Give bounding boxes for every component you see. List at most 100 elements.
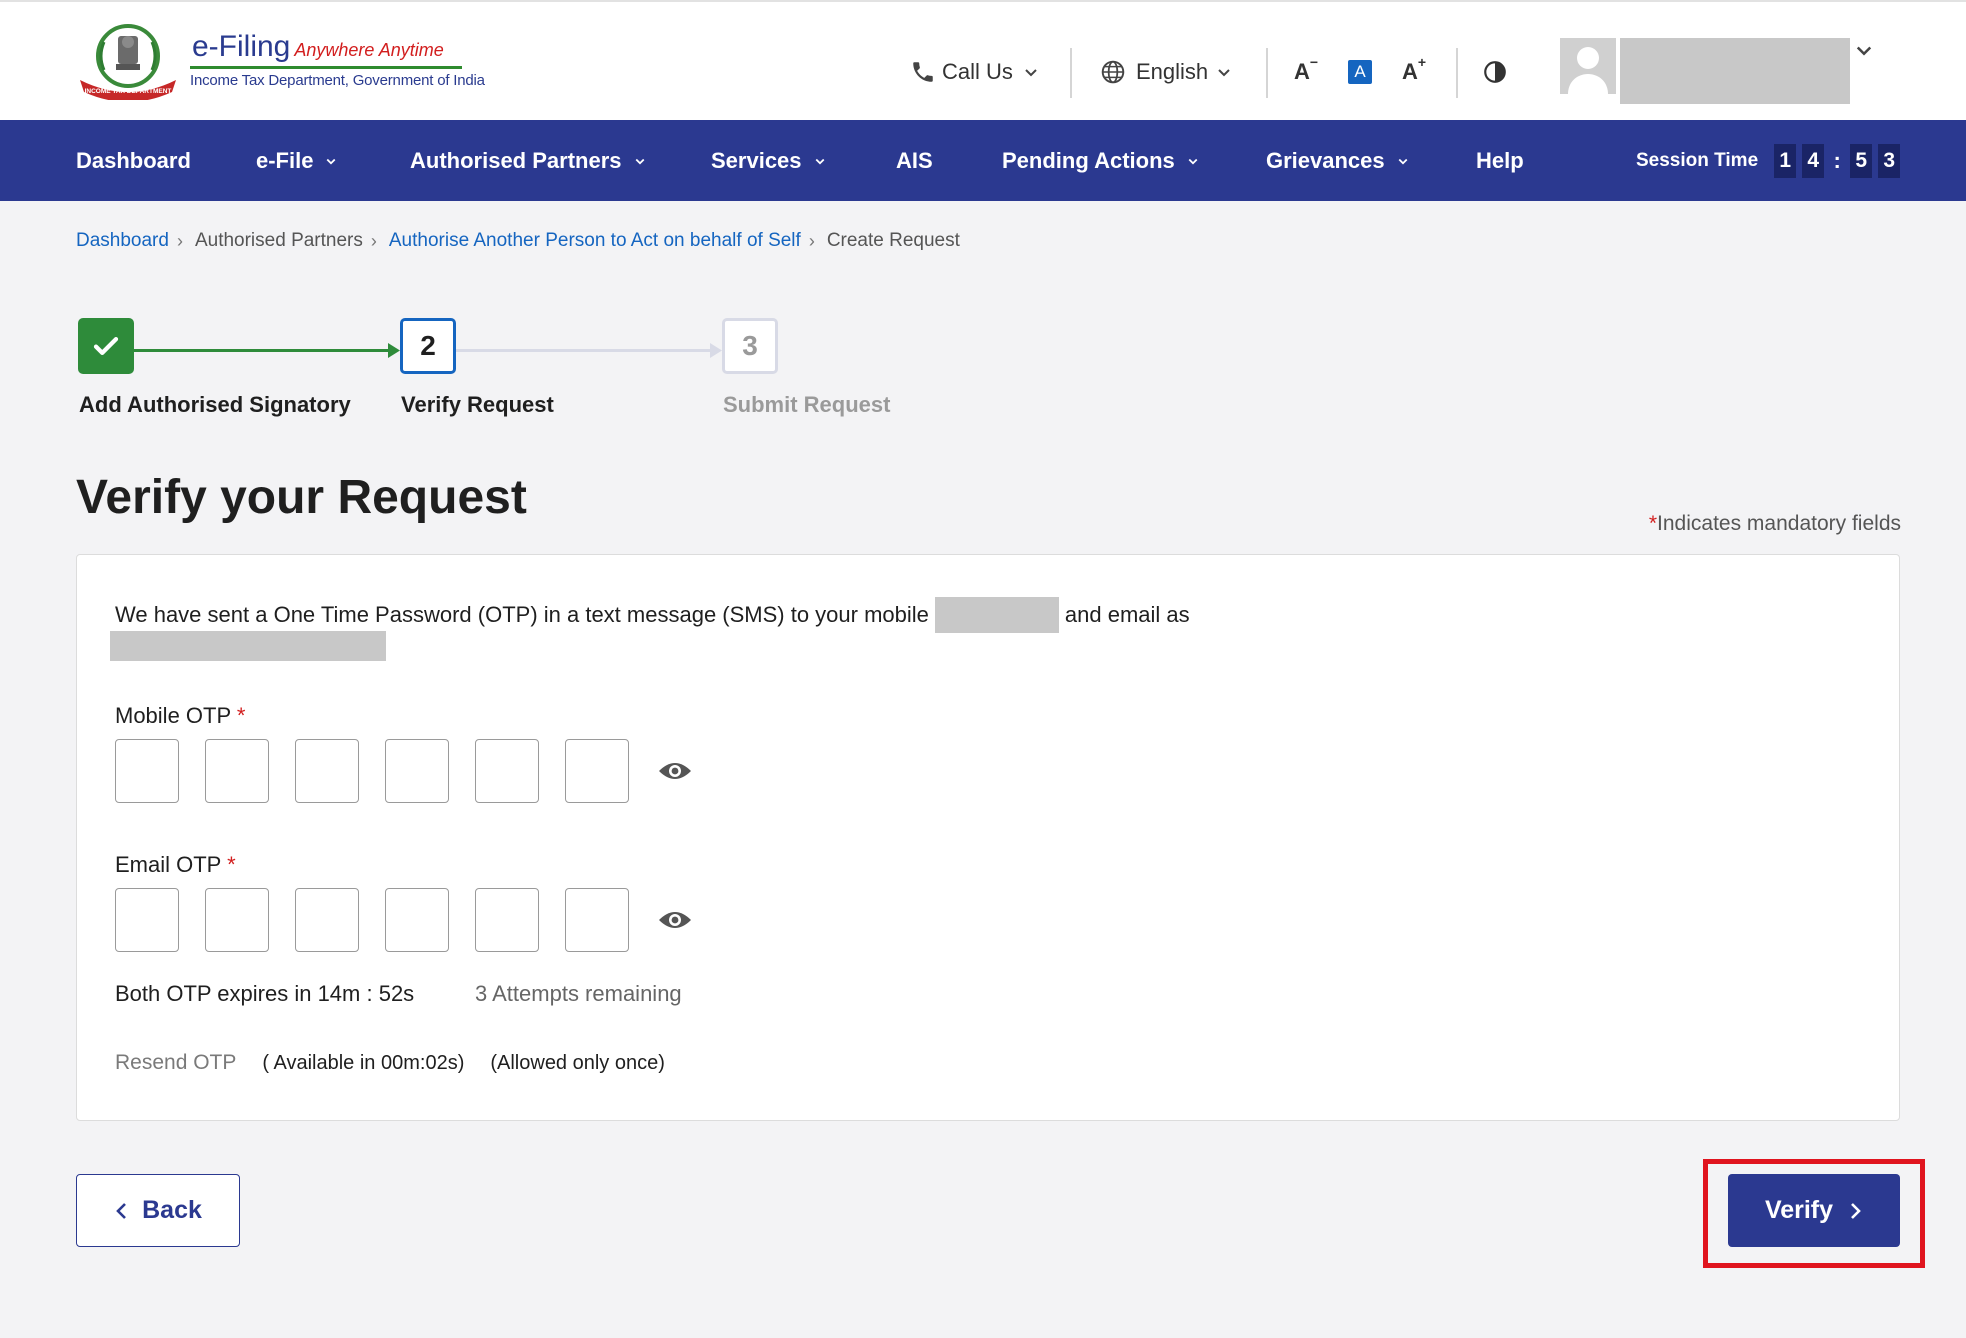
breadcrumb-separator: › <box>370 230 377 251</box>
email-otp-digit-1[interactable] <box>115 888 179 952</box>
language-label: English <box>1136 59 1209 84</box>
avatar[interactable] <box>1560 38 1616 94</box>
mobile-otp-label: Mobile OTP * <box>115 703 245 729</box>
contrast-toggle[interactable] <box>1482 52 1508 92</box>
breadcrumb-create-request: Create Request <box>826 230 960 251</box>
chevron-down-icon <box>327 158 336 165</box>
breadcrumb-separator: › <box>808 230 815 251</box>
mobile-otp-digit-5[interactable] <box>475 739 539 803</box>
email-otp-label: Email OTP * <box>115 852 236 878</box>
nav-item-ais[interactable]: AIS <box>896 120 933 201</box>
font-decrease-button[interactable]: A − <box>1294 52 1318 92</box>
nav-item-help[interactable]: Help <box>1476 120 1524 201</box>
nav-item-dashboard[interactable]: Dashboard <box>76 120 191 201</box>
nav-label: Services <box>711 147 802 173</box>
emblem-ribbon-text: INCOME TAX DEPARTMENT <box>85 88 172 95</box>
step-1-completed <box>78 318 134 374</box>
brand-subtitle: Income Tax Department, Government of Ind… <box>190 72 485 89</box>
brand-tagline: Anywhere Anytime <box>294 40 444 60</box>
email-otp-label-text: Email OTP <box>115 852 221 877</box>
otp-message-text: and email as <box>1064 602 1190 627</box>
nav-label: Authorised Partners <box>410 147 622 173</box>
nav-item-authorised-partners[interactable]: Authorised Partners <box>410 120 646 201</box>
mobile-otp-digit-2[interactable] <box>205 739 269 803</box>
email-redacted <box>110 631 386 661</box>
email-otp-digit-2[interactable] <box>205 888 269 952</box>
user-name-redacted <box>1620 38 1850 104</box>
session-timer: Session Time 1 4 : 5 3 <box>1636 120 1901 201</box>
font-normal-icon: A <box>1348 60 1372 84</box>
page-title: Verify your Request <box>76 471 527 524</box>
nav-item-grievances[interactable]: Grievances <box>1266 120 1409 201</box>
mobile-otp-digit-4[interactable] <box>385 739 449 803</box>
verify-button[interactable]: Verify <box>1728 1174 1900 1247</box>
otp-message-text: We have sent a One Time Password (OTP) i… <box>115 602 929 627</box>
nav-item-efile[interactable]: e-File <box>256 120 337 201</box>
nav-item-pending-actions[interactable]: Pending Actions <box>1002 120 1199 201</box>
required-star: * <box>1648 512 1658 535</box>
font-increase-icon: A <box>1402 59 1418 84</box>
mobile-number-redacted <box>934 597 1059 633</box>
session-digit: 5 <box>1850 143 1873 178</box>
required-star: * <box>236 703 246 728</box>
session-label: Session Time <box>1636 149 1759 171</box>
globe-icon <box>1101 60 1125 84</box>
resend-otp-link[interactable]: Resend OTP <box>115 1051 236 1075</box>
eye-icon[interactable] <box>657 906 693 934</box>
emblem-icon: INCOME TAX DEPARTMENT <box>80 24 176 100</box>
font-normal-button[interactable]: A <box>1348 52 1372 92</box>
attempts-remaining: 3 Attempts remaining <box>475 981 682 1006</box>
brand-name: e-Filing <box>192 30 291 63</box>
breadcrumb-dashboard[interactable]: Dashboard <box>76 230 169 252</box>
email-otp-digit-6[interactable] <box>565 888 629 952</box>
phone-icon <box>913 62 933 82</box>
nav-label: Grievances <box>1266 147 1385 173</box>
session-digit: 1 <box>1774 143 1797 178</box>
step-1-label: Add Authorised Signatory <box>79 392 351 417</box>
breadcrumb-authorise-another-person[interactable]: Authorise Another Person to Act on behal… <box>389 230 801 252</box>
chevron-left-icon <box>116 1202 127 1219</box>
main-nav: Dashboard e-File Authorised Partners Ser… <box>0 120 1966 201</box>
chevron-down-icon[interactable] <box>1854 40 1874 60</box>
session-colon: : <box>1833 147 1841 173</box>
required-star: * <box>227 852 236 877</box>
chevron-down-icon <box>1218 69 1230 77</box>
resend-allowed-text: (Allowed only once) <box>490 1051 665 1074</box>
call-us-dropdown[interactable]: Call Us <box>910 52 1039 92</box>
step-number: 3 <box>742 330 758 361</box>
mobile-otp-label-text: Mobile OTP <box>115 703 231 728</box>
mandatory-note: *Indicates mandatory fields <box>1649 512 1901 536</box>
step-2-label: Verify Request <box>401 392 554 417</box>
email-otp-digit-5[interactable] <box>475 888 539 952</box>
resend-available-text: ( Available in 00m:02s) <box>262 1051 465 1074</box>
language-dropdown[interactable]: English <box>1100 52 1232 92</box>
nav-label: Dashboard <box>76 147 191 173</box>
mandatory-note-text: Indicates mandatory fields <box>1657 512 1901 535</box>
eye-icon[interactable] <box>657 757 693 785</box>
nav-label: Help <box>1476 147 1524 173</box>
arrow-right-icon <box>388 343 400 358</box>
step-2-active: 2 <box>400 318 456 374</box>
nav-label: AIS <box>896 147 933 173</box>
email-otp-inputs <box>115 888 693 952</box>
nav-label: e-File <box>256 147 314 173</box>
mobile-otp-digit-6[interactable] <box>565 739 629 803</box>
font-increase-button[interactable]: A + <box>1402 52 1426 92</box>
mobile-otp-digit-1[interactable] <box>115 739 179 803</box>
breadcrumb-separator: › <box>176 230 183 251</box>
efiling-logo[interactable]: INCOME TAX DEPARTMENT e-Filing Anywhere A… <box>74 20 485 102</box>
brand-underline <box>190 66 462 69</box>
chevron-down-icon <box>635 158 644 165</box>
step-connector-completed <box>134 349 394 352</box>
back-button[interactable]: Back <box>76 1174 240 1247</box>
chevron-down-icon <box>1398 158 1408 165</box>
step-number: 2 <box>420 330 436 361</box>
nav-item-services[interactable]: Services <box>711 120 826 201</box>
top-header: INCOME TAX DEPARTMENT e-Filing Anywhere A… <box>0 0 1966 120</box>
arrow-right-icon <box>710 343 722 358</box>
mobile-otp-digit-3[interactable] <box>295 739 359 803</box>
email-otp-digit-4[interactable] <box>385 888 449 952</box>
header-divider <box>1456 48 1458 98</box>
chevron-down-icon <box>815 158 824 165</box>
email-otp-digit-3[interactable] <box>295 888 359 952</box>
